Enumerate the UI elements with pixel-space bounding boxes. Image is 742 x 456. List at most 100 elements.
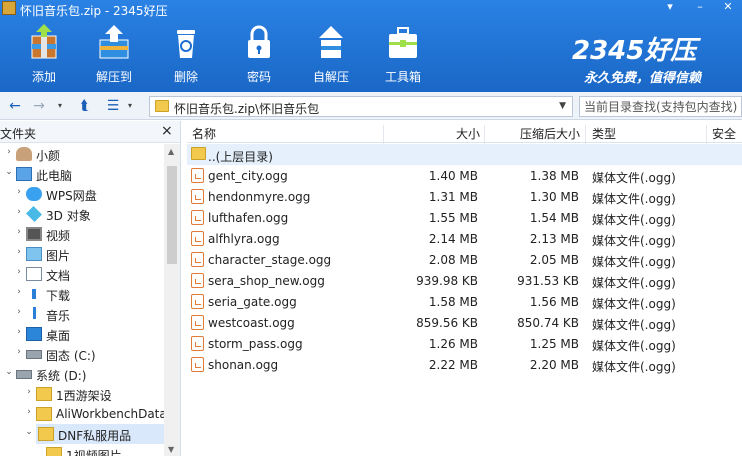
scroll-up-icon[interactable]: ▲ [168,147,174,156]
tree-item[interactable]: › 文档 [0,264,165,284]
path-dropdown-icon[interactable]: ▼ [559,101,566,111]
file-size: 1.31 MB [428,190,478,204]
tree-item[interactable]: › WPS网盘 [0,184,165,204]
search-input[interactable] [580,97,741,116]
folder-icon [46,447,62,456]
file-type: 媒体文件(.ogg) [592,213,676,227]
tree-expand-icon[interactable]: › [14,287,24,297]
document-icon [26,267,42,281]
toolbox-label: 工具箱 [384,70,421,84]
tree-item-label: 1西游架设 [56,389,112,403]
close-window-button[interactable]: ✕ [718,0,738,18]
window-menu-icon[interactable]: ▾ [660,0,680,18]
view-dropdown[interactable]: ▾ [124,96,136,116]
tree-expand-icon[interactable]: ⌄ [4,167,14,177]
col-name[interactable]: 名称 [192,125,216,142]
file-row[interactable]: westcoast.ogg 859.56 KB 850.74 KB 媒体文件(.ogg… [187,312,742,333]
tree-expand-icon[interactable]: › [14,227,24,237]
extract-to-button[interactable]: 解压到 [84,20,144,88]
tree-expand-icon[interactable]: › [14,187,24,197]
tree-expand-icon[interactable]: › [24,387,34,397]
tree-expand-icon[interactable]: › [14,207,24,217]
tree-item[interactable]: ⌄ DNF私服用品 [25,424,165,444]
file-row[interactable]: gent_city.ogg 1.40 MB 1.38 MB 媒体文件(.ogg) [187,165,742,186]
tree-expand-icon[interactable]: › [24,407,34,417]
toolbox-button[interactable]: 工具箱 [373,20,433,88]
scrollbar-thumb[interactable] [167,166,177,264]
tree-item-label: 固态 (C:) [46,349,96,363]
col-size[interactable]: 大小 [456,125,480,142]
tree-expand-icon[interactable]: › [14,267,24,277]
audio-file-icon [191,315,204,330]
back-button[interactable]: ← [6,96,24,116]
path-field[interactable]: 怀旧音乐包.zip\怀旧音乐包 ▼ [149,96,573,117]
folder-scrollbar[interactable]: ▲ ▼ [164,144,180,456]
file-row[interactable]: hendonmyre.ogg 1.31 MB 1.30 MB 媒体文件(.ogg) [187,186,742,207]
toolbar-banner: 怀旧音乐包.zip - 2345好压 ▾ – ✕ 添加 解压到 删除 密码 自解… [0,0,742,92]
tree-item[interactable]: › 固态 (C:) [0,344,165,364]
audio-file-icon [191,189,204,204]
tree-item-label: 3D 对象 [46,209,91,223]
file-row[interactable]: storm_pass.ogg 1.26 MB 1.25 MB 媒体文件(.ogg) [187,333,742,354]
file-compressed-size: 1.30 MB [529,190,579,204]
file-compressed-size: 931.53 KB [517,274,579,288]
audio-file-icon [191,210,204,225]
folder-pane: 文件夹 × › 小颜 ⌄ 此电脑 › WPS网盘 › 3D 对象 › 视频 › 图片 › 文档 › 下载 › 音乐… [0,121,181,456]
tree-item[interactable]: › 1西游架设 [0,384,165,404]
tree-item[interactable]: › 3D 对象 [0,204,165,224]
add-archive-icon [31,24,57,59]
close-pane-button[interactable]: × [161,123,173,139]
tree-item[interactable]: › 小颜 [0,144,165,164]
music-icon [26,307,42,321]
audio-file-icon [191,231,204,246]
tree-expand-icon[interactable]: ⌄ [4,367,14,377]
forward-button[interactable]: → [30,96,48,116]
tree-expand-icon[interactable]: › [14,247,24,257]
password-label: 密码 [246,70,271,84]
tree-item[interactable]: › 桌面 [0,324,165,344]
user-icon [16,147,32,161]
parent-directory-row[interactable]: ..(上层目录) [187,144,742,165]
tree-item[interactable]: › 视频 [0,224,165,244]
file-row[interactable]: lufthafen.ogg 1.55 MB 1.54 MB 媒体文件(.ogg) [187,207,742,228]
file-row[interactable]: character_stage.ogg 2.08 MB 2.05 MB 媒体文件(.o… [187,249,742,270]
minimize-button[interactable]: – [690,0,710,18]
lock-icon [248,25,270,58]
file-name: shonan.ogg [208,358,279,372]
file-type: 媒体文件(.ogg) [592,339,676,353]
self-extract-button[interactable]: 自解压 [301,20,361,88]
tree-expand-icon[interactable]: › [14,327,24,337]
file-name: storm_pass.ogg [208,337,303,351]
tree-item[interactable]: › 下载 [0,284,165,304]
tree-item[interactable]: › 音乐 [0,304,165,324]
tree-item[interactable]: ⌄ 此电脑 [0,164,165,184]
delete-icon [177,30,195,58]
delete-button[interactable]: 删除 [156,20,216,88]
col-security[interactable]: 安全 [712,125,736,142]
brand-logo: 2345好压 永久免费，值得信赖 [572,30,740,86]
folder-icon [38,427,54,441]
up-folder-icon[interactable]: ⮬ [74,96,96,116]
password-button[interactable]: 密码 [229,20,289,88]
address-bar: ← → ▾ ⮬ ☰ ▾ 怀旧音乐包.zip\怀旧音乐包 ▼ [0,92,742,120]
file-row[interactable]: shonan.ogg 2.22 MB 2.20 MB 媒体文件(.ogg) [187,354,742,375]
file-row[interactable]: alfhlyra.ogg 2.14 MB 2.13 MB 媒体文件(.ogg) [187,228,742,249]
tree-item[interactable]: › 图片 [0,244,165,264]
history-dropdown[interactable]: ▾ [54,96,66,116]
tree-expand-icon[interactable]: › [14,347,24,357]
col-compressed[interactable]: 压缩后大小 [520,125,580,142]
search-box[interactable] [579,96,742,117]
tree-item[interactable]: ⌄ 系统 (D:) [0,364,165,384]
file-row[interactable]: sera_shop_new.ogg 939.98 KB 931.53 KB 媒体文件(… [187,270,742,291]
tree-expand-icon[interactable]: ⌄ [24,427,34,437]
file-size: 1.40 MB [428,169,478,183]
tree-expand-icon[interactable]: › [14,307,24,317]
tree-expand-icon[interactable]: › [4,147,14,157]
col-type[interactable]: 类型 [592,125,616,142]
tree-item[interactable]: 1视频图片 [0,444,165,456]
file-row[interactable]: seria_gate.ogg 1.58 MB 1.56 MB 媒体文件(.ogg) [187,291,742,312]
tree-item[interactable]: › AliWorkbenchData [0,404,167,424]
scroll-down-icon[interactable]: ▼ [168,445,174,454]
add-button[interactable]: 添加 [14,20,74,88]
view-list-icon[interactable]: ☰ [104,96,122,116]
